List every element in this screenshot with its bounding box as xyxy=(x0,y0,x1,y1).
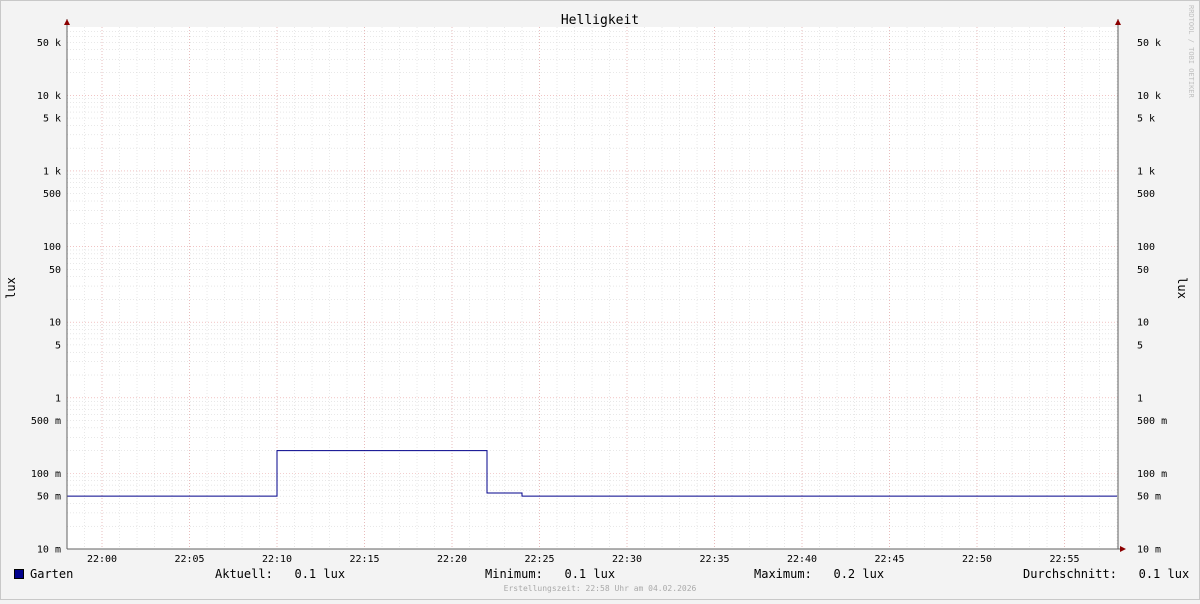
x-tick-label: 22:35 xyxy=(699,554,729,565)
y-tick-label-left: 50 k xyxy=(37,38,61,49)
legend-swatch xyxy=(14,569,24,579)
y-tick-label-right: 5 k xyxy=(1137,114,1155,125)
x-tick-label: 22:40 xyxy=(787,554,817,565)
x-tick-label: 22:45 xyxy=(874,554,904,565)
x-axis-arrow xyxy=(1120,546,1126,552)
y-tick-label-right: 50 k xyxy=(1137,38,1161,49)
x-tick-label: 22:00 xyxy=(87,554,117,565)
legend-average: Durchschnitt: 0.1 lux xyxy=(1023,567,1190,581)
legend-minimum: Minimum: 0.1 lux xyxy=(485,567,616,581)
y-tick-label-right: 10 k xyxy=(1137,91,1161,102)
y-tick-label-right: 500 xyxy=(1137,189,1155,200)
y-tick-label-left: 10 k xyxy=(37,91,61,102)
y-tick-label-right: 50 xyxy=(1137,265,1149,276)
y-axis-label-left: lux xyxy=(4,277,18,299)
y-tick-label-right: 10 xyxy=(1137,318,1149,329)
y-tick-label-right: 10 m xyxy=(1137,545,1161,556)
y-axis-arrow-right xyxy=(1115,19,1121,25)
y-tick-label-right: 100 xyxy=(1137,242,1155,253)
y-axis-label-right: lux xyxy=(1175,277,1189,299)
y-tick-label-left: 100 m xyxy=(31,469,61,480)
footer-timestamp: Erstellungszeit: 22:58 Uhr am 04.02.2026 xyxy=(503,584,697,593)
y-tick-label-right: 100 m xyxy=(1137,469,1167,480)
x-tick-label: 22:55 xyxy=(1049,554,1079,565)
y-tick-label-left: 50 xyxy=(49,265,61,276)
y-tick-label-right: 500 m xyxy=(1137,416,1167,427)
legend-current: Aktuell: 0.1 lux xyxy=(215,567,346,581)
y-tick-label-right: 5 xyxy=(1137,340,1143,351)
y-tick-label-left: 100 xyxy=(43,242,61,253)
x-tick-label: 22:50 xyxy=(962,554,992,565)
y-tick-label-left: 50 m xyxy=(37,492,61,503)
x-tick-label: 22:15 xyxy=(349,554,379,565)
y-tick-label-left: 10 m xyxy=(37,545,61,556)
legend-maximum: Maximum: 0.2 lux xyxy=(754,567,885,581)
y-tick-label-right: 50 m xyxy=(1137,492,1161,503)
x-tick-label: 22:10 xyxy=(262,554,292,565)
x-tick-label: 22:20 xyxy=(437,554,467,565)
x-tick-label: 22:30 xyxy=(612,554,642,565)
y-tick-label-left: 5 k xyxy=(43,114,61,125)
y-tick-label-left: 5 xyxy=(55,340,61,351)
y-tick-label-left: 500 m xyxy=(31,416,61,427)
y-tick-label-left: 1 xyxy=(55,393,61,404)
y-tick-label-left: 10 xyxy=(49,318,61,329)
x-tick-label: 22:05 xyxy=(174,554,204,565)
x-tick-label: 22:25 xyxy=(524,554,554,565)
y-tick-label-right: 1 xyxy=(1137,393,1143,404)
watermark: RRDTOOL / TOBI OETIKER xyxy=(1187,5,1195,99)
chart: 22:00 22:05 22:10 22:15 22:20 22:25 22:30 22:35… xyxy=(4,5,1195,565)
legend-series-name: Garten xyxy=(30,567,74,581)
y-tick-label-right: 1 k xyxy=(1137,166,1155,177)
y-tick-label-left: 1 k xyxy=(43,166,61,177)
chart-title: Helligkeit xyxy=(561,13,639,28)
y-axis-arrow-left xyxy=(64,19,70,25)
y-tick-label-left: 500 xyxy=(43,189,61,200)
graph-frame: 22:00 22:05 22:10 22:15 22:20 22:25 22:30 22:35… xyxy=(0,0,1200,600)
